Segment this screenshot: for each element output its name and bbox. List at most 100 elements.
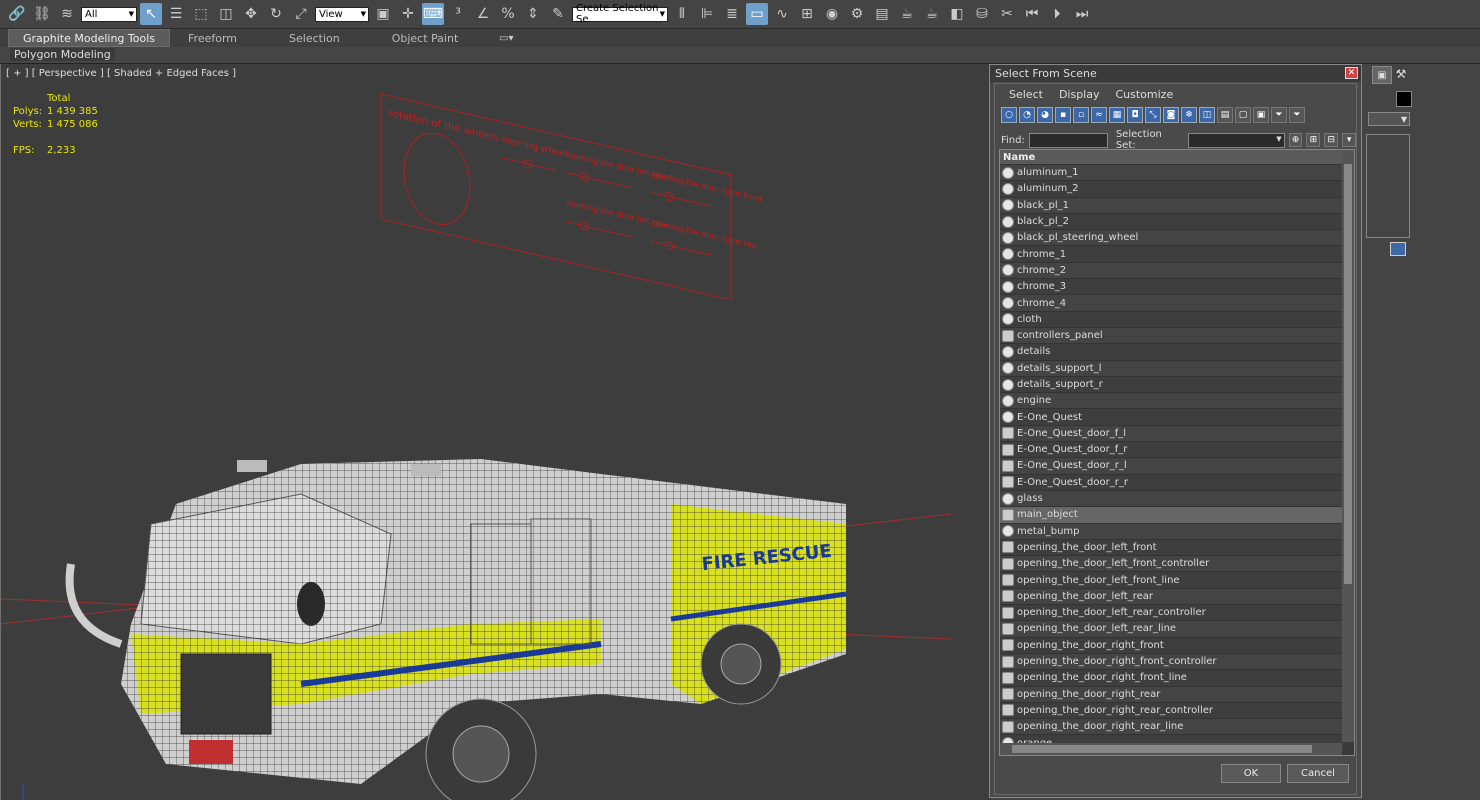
- display-groups-icon[interactable]: ▦: [1109, 107, 1125, 123]
- tab-object-paint[interactable]: Object Paint: [378, 30, 473, 46]
- vertical-scrollbar[interactable]: [1342, 150, 1354, 742]
- angle-snap-icon[interactable]: ∠: [472, 3, 494, 25]
- toolbar-overflow-icon[interactable]: ▾: [1342, 133, 1357, 147]
- graphite-toggle-icon[interactable]: ▭: [746, 3, 768, 25]
- time-play-icon[interactable]: ⏵: [1046, 3, 1068, 25]
- edit-named-selection-icon[interactable]: ✎: [547, 3, 569, 25]
- modifier-stack[interactable]: [1366, 134, 1410, 238]
- list-item[interactable]: opening_the_door_left_front_controller: [1000, 556, 1344, 573]
- list-item[interactable]: opening_the_door_right_rear_controller: [1000, 702, 1344, 720]
- menu-select[interactable]: Select: [1001, 86, 1051, 102]
- list-item[interactable]: E-One_Quest_door_r_l: [1000, 458, 1344, 475]
- list-item[interactable]: details_support_r: [1000, 376, 1344, 394]
- list-item[interactable]: details: [1000, 344, 1344, 361]
- layer-manager-icon[interactable]: ≣: [721, 3, 743, 25]
- display-lights-icon[interactable]: ◕: [1037, 107, 1053, 123]
- snap-toggle-icon[interactable]: ³: [447, 3, 469, 25]
- list-item[interactable]: chrome_2: [1000, 262, 1344, 280]
- link-icon[interactable]: 🔗: [6, 3, 28, 25]
- pivot-center-icon[interactable]: ▣: [372, 3, 394, 25]
- list-item[interactable]: opening_the_door_right_front_line: [1000, 670, 1344, 687]
- column-header-name[interactable]: Name: [1000, 150, 1354, 165]
- selection-filter-dropdown[interactable]: All: [81, 6, 137, 22]
- display-geometry-icon[interactable]: ○: [1001, 107, 1017, 123]
- display-space-warps-icon[interactable]: ≈: [1091, 107, 1107, 123]
- list-item[interactable]: opening_the_door_right_front: [1000, 637, 1344, 654]
- list-item[interactable]: opening_the_door_left_front_line: [1000, 572, 1344, 589]
- add-to-selection-set-icon[interactable]: ⊞: [1306, 133, 1321, 147]
- selection-set-dropdown[interactable]: [1187, 132, 1285, 148]
- display-shapes-icon[interactable]: ◔: [1019, 107, 1035, 123]
- curve-editor-icon[interactable]: ∿: [771, 3, 793, 25]
- select-by-name-icon[interactable]: ☰: [165, 3, 187, 25]
- scale-icon[interactable]: ⤢: [290, 3, 312, 25]
- keyboard-shortcut-override-icon[interactable]: ⌨: [422, 3, 444, 25]
- list-item[interactable]: black_pl_2: [1000, 213, 1344, 231]
- display-bones-icon[interactable]: ⤡: [1145, 107, 1161, 123]
- dialog-title[interactable]: Select From Scene: [990, 65, 1361, 82]
- list-item[interactable]: opening_the_door_left_rear_controller: [1000, 605, 1344, 622]
- display-xrefs-icon[interactable]: ◘: [1127, 107, 1143, 123]
- list-item[interactable]: opening_the_door_right_rear: [1000, 686, 1344, 703]
- list-item[interactable]: metal_bump: [1000, 523, 1344, 540]
- rotate-icon[interactable]: ↻: [265, 3, 287, 25]
- ribbon-options-icon[interactable]: ▭▾: [496, 31, 516, 45]
- material-editor-icon[interactable]: ◉: [821, 3, 843, 25]
- list-item[interactable]: opening_the_door_right_rear_line: [1000, 719, 1344, 736]
- tab-graphite-modeling-tools[interactable]: Graphite Modeling Tools: [8, 29, 171, 47]
- named-selection-set-dropdown[interactable]: Create Selection Se: [572, 3, 668, 25]
- list-item[interactable]: black_pl_1: [1000, 197, 1344, 214]
- display-hidden-icon[interactable]: ◫: [1199, 107, 1215, 123]
- tab-freeform[interactable]: Freeform: [174, 30, 251, 46]
- unlink-icon[interactable]: ⛓: [31, 3, 53, 25]
- remove-from-selection-set-icon[interactable]: ⊟: [1324, 133, 1339, 147]
- display-helpers-icon[interactable]: ▫: [1073, 107, 1089, 123]
- create-selection-set-icon[interactable]: ⊕: [1288, 133, 1303, 147]
- render-setup-icon[interactable]: ⚙: [846, 3, 868, 25]
- list-item[interactable]: aluminum_1: [1000, 165, 1344, 182]
- list-item[interactable]: engine: [1000, 393, 1344, 410]
- list-item[interactable]: E-One_Quest: [1000, 409, 1344, 426]
- list-item[interactable]: chrome_3: [1000, 279, 1344, 296]
- list-item[interactable]: opening_the_door_left_rear: [1000, 588, 1344, 606]
- filter-icon[interactable]: ⏷: [1271, 107, 1287, 123]
- close-icon[interactable]: ✕: [1345, 67, 1358, 79]
- list-item[interactable]: glass: [1000, 490, 1344, 508]
- list-item[interactable]: main_object: [1000, 507, 1344, 524]
- align-icon[interactable]: ⊫: [696, 3, 718, 25]
- filter-options-icon[interactable]: ⏷: [1289, 107, 1305, 123]
- list-item[interactable]: opening_the_door_right_front_controller: [1000, 653, 1344, 671]
- select-none-icon[interactable]: ▢: [1235, 107, 1251, 123]
- color-swatch[interactable]: [1396, 91, 1412, 107]
- time-back-icon[interactable]: ⏮: [1021, 3, 1043, 25]
- window-crossing-icon[interactable]: ◫: [215, 3, 237, 25]
- rectangular-selection-icon[interactable]: ⬚: [190, 3, 212, 25]
- list-item[interactable]: aluminum_2: [1000, 181, 1344, 198]
- utilities-tab-icon[interactable]: ▣: [1372, 66, 1392, 84]
- schematic-view-icon[interactable]: ⊞: [796, 3, 818, 25]
- cancel-button[interactable]: Cancel: [1287, 764, 1349, 783]
- select-invert-icon[interactable]: ▣: [1253, 107, 1269, 123]
- select-manipulate-icon[interactable]: ✛: [397, 3, 419, 25]
- percent-snap-icon[interactable]: %: [497, 3, 519, 25]
- perspective-viewport[interactable]: [ + ] [ Perspective ] [ Shaded + Edged F…: [0, 64, 991, 800]
- rendered-frame-icon[interactable]: ▤: [871, 3, 893, 25]
- ok-button[interactable]: OK: [1221, 764, 1281, 783]
- list-item[interactable]: details_support_l: [1000, 360, 1344, 377]
- tab-selection[interactable]: Selection: [275, 30, 354, 46]
- display-cameras-icon[interactable]: ▪: [1055, 107, 1071, 123]
- spinner-snap-icon[interactable]: ⇕: [522, 3, 544, 25]
- list-item[interactable]: black_pl_steering_wheel: [1000, 230, 1344, 247]
- select-object-icon[interactable]: ↖: [140, 3, 162, 25]
- list-item[interactable]: chrome_1: [1000, 246, 1344, 263]
- modifier-list-dropdown[interactable]: ▼: [1368, 112, 1410, 126]
- display-containers-icon[interactable]: ◙: [1163, 107, 1179, 123]
- configure-modifier-sets-icon[interactable]: [1390, 242, 1406, 256]
- select-all-icon[interactable]: ▤: [1217, 107, 1233, 123]
- list-item[interactable]: opening_the_door_left_rear_line: [1000, 621, 1344, 638]
- hammer-icon[interactable]: ⚒: [1392, 66, 1410, 82]
- move-icon[interactable]: ✥: [240, 3, 262, 25]
- list-item[interactable]: E-One_Quest_door_f_l: [1000, 425, 1344, 443]
- scene-states-icon[interactable]: ⛁: [971, 3, 993, 25]
- object-list[interactable]: Name aluminum_1 aluminum_2 black_pl_1 black…: [999, 149, 1355, 756]
